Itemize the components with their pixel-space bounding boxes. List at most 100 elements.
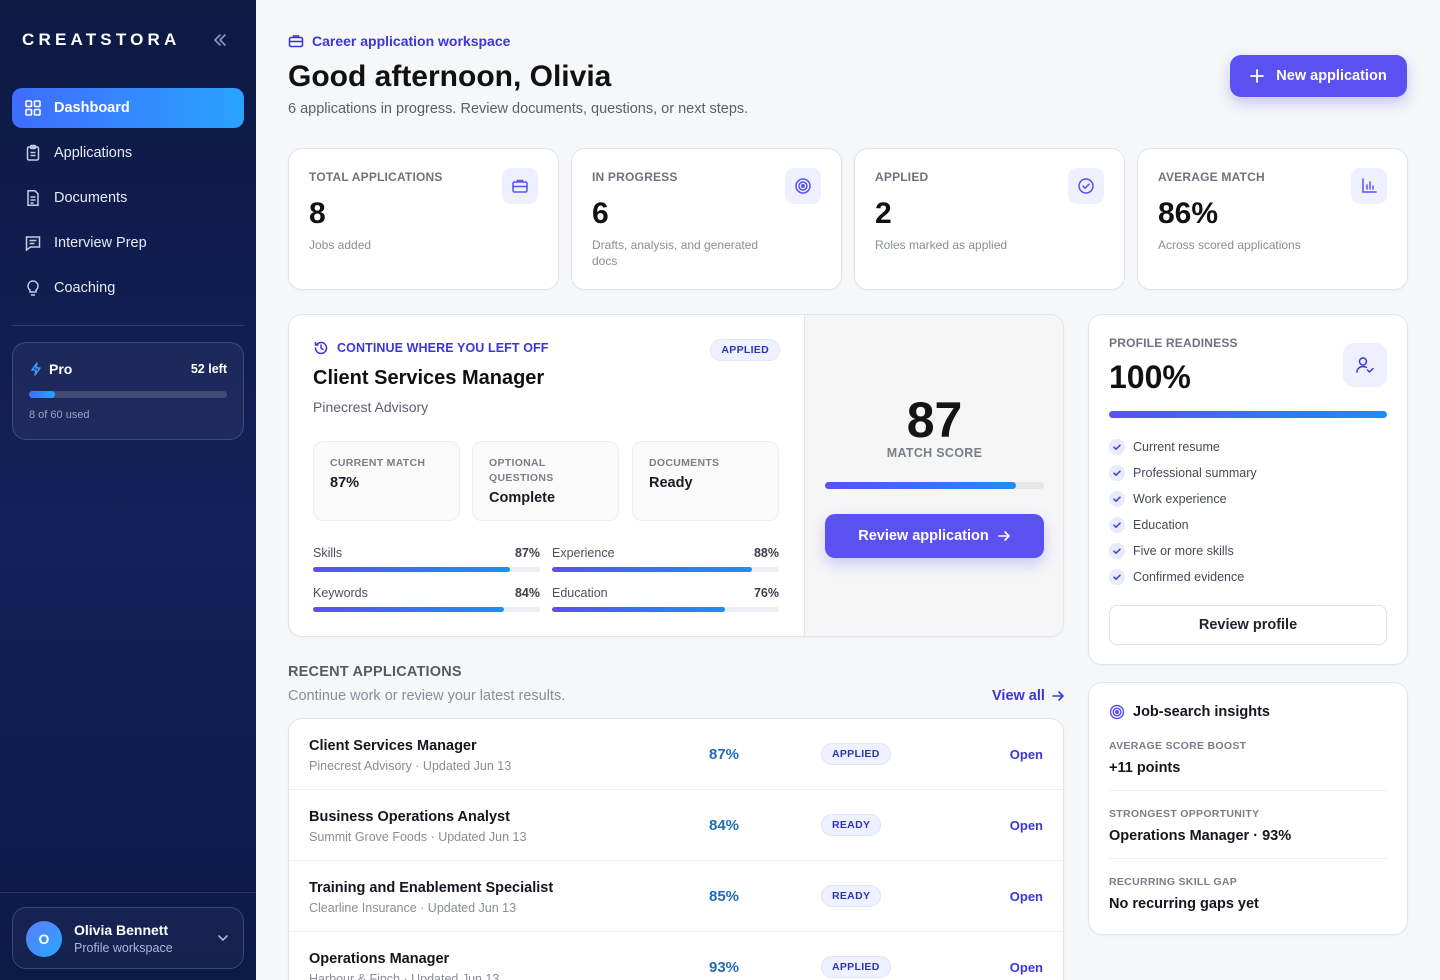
- stat-value: 8: [309, 197, 326, 230]
- plan-usage-fill: [29, 391, 56, 398]
- status-badge: APPLIED: [710, 339, 780, 361]
- lightning-icon: [29, 362, 49, 376]
- row-title: Business Operations Analyst: [309, 809, 510, 825]
- sidebar-item-coaching[interactable]: Coaching: [12, 268, 244, 308]
- lightbulb-icon: [24, 279, 42, 297]
- plan-used-text: 8 of 60 used: [29, 409, 90, 421]
- checklist-item-label: Confirmed evidence: [1133, 570, 1245, 584]
- table-row[interactable]: Operations Manager Harbour & Finch · Upd…: [289, 932, 1063, 980]
- row-title: Operations Manager: [309, 951, 450, 967]
- new-application-button[interactable]: New application: [1230, 55, 1407, 97]
- stat-label: TOTAL APPLICATIONS: [309, 170, 443, 184]
- chevron-down-icon: [215, 930, 231, 946]
- mini-stat-current-match: CURRENT MATCH 87%: [313, 441, 460, 521]
- insights-title: Job-search insights: [1109, 704, 1270, 720]
- insights-card: Job-search insights AVERAGE SCORE BOOST …: [1088, 682, 1408, 935]
- user-subtitle: Profile workspace: [74, 941, 173, 955]
- review-application-button[interactable]: Review application: [825, 514, 1044, 558]
- plus-icon: [1250, 69, 1276, 83]
- review-profile-button[interactable]: Review profile: [1109, 605, 1387, 645]
- table-row[interactable]: Business Operations Analyst Summit Grove…: [289, 790, 1063, 861]
- checklist-item: Current resume: [1109, 439, 1220, 455]
- collapse-sidebar-icon[interactable]: [210, 30, 230, 50]
- mini-stat-value: 87%: [330, 475, 360, 491]
- insights-title-label: Job-search insights: [1133, 704, 1270, 720]
- row-score: 87%: [709, 746, 740, 763]
- checklist-item: Professional summary: [1109, 465, 1257, 481]
- stat-subtitle: Jobs added: [309, 238, 372, 252]
- plan-card[interactable]: Pro 52 left 8 of 60 used: [12, 342, 244, 440]
- user-check-icon: [1343, 343, 1387, 387]
- mini-stat-value: Ready: [649, 475, 693, 491]
- insight-value: Operations Manager · 93%: [1109, 828, 1292, 844]
- row-subtitle: Clearline Insurance · Updated Jun 13: [309, 901, 517, 915]
- continue-eyebrow-label: CONTINUE WHERE YOU LEFT OFF: [337, 341, 549, 355]
- insight-strongest-opportunity: STRONGEST OPPORTUNITY Operations Manager…: [1109, 808, 1387, 844]
- user-name: Olivia Bennett: [74, 922, 169, 938]
- score-bar-fill: [552, 567, 752, 572]
- stat-card-average-match: AVERAGE MATCH 86% Across scored applicat…: [1137, 148, 1408, 290]
- arrow-right-icon: [1045, 689, 1065, 703]
- score-bar-label: Keywords: [313, 586, 368, 600]
- profile-readiness-card: PROFILE READINESS 100% Current resume Pr…: [1088, 314, 1408, 665]
- plan-usage-bar: [29, 391, 227, 398]
- review-application-label: Review application: [858, 528, 989, 544]
- checklist-item-label: Work experience: [1133, 492, 1227, 506]
- recent-section-title: RECENT APPLICATIONS: [288, 664, 462, 680]
- stat-card-applied: APPLIED 2 Roles marked as applied: [854, 148, 1125, 290]
- checklist-item-label: Five or more skills: [1133, 544, 1234, 558]
- status-badge: READY: [821, 814, 882, 836]
- check-circle-icon: [1068, 168, 1104, 204]
- user-menu[interactable]: O Olivia Bennett Profile workspace: [12, 907, 244, 969]
- workspace-eyebrow: Career application workspace: [288, 33, 510, 49]
- sidebar: CREATSTORA Dashboard Applications Docume…: [0, 0, 256, 980]
- insight-divider: [1109, 790, 1387, 791]
- open-button[interactable]: Open: [1010, 889, 1043, 904]
- sidebar-item-documents[interactable]: Documents: [12, 178, 244, 218]
- score-bar-fill: [313, 567, 511, 572]
- mini-stat-documents: DOCUMENTS Ready: [632, 441, 779, 521]
- row-score: 93%: [709, 959, 740, 976]
- target-icon: [785, 168, 821, 204]
- stat-subtitle: Across scored applications: [1158, 238, 1301, 252]
- stat-value: 86%: [1158, 197, 1219, 230]
- checklist-item-label: Education: [1133, 518, 1189, 532]
- stat-subtitle: Roles marked as applied: [875, 238, 1008, 252]
- stat-label: APPLIED: [875, 170, 929, 184]
- insight-label: STRONGEST OPPORTUNITY: [1109, 808, 1260, 820]
- sidebar-nav: Dashboard Applications Documents Intervi…: [12, 88, 244, 313]
- recent-applications-table: Client Services Manager Pinecrest Adviso…: [288, 718, 1064, 980]
- open-button[interactable]: Open: [1010, 747, 1043, 762]
- checklist-item: Confirmed evidence: [1109, 569, 1244, 585]
- message-icon: [24, 234, 42, 252]
- status-badge: APPLIED: [821, 743, 891, 765]
- check-icon: [1109, 439, 1125, 455]
- table-row[interactable]: Client Services Manager Pinecrest Adviso…: [289, 719, 1063, 790]
- open-button[interactable]: Open: [1010, 960, 1043, 975]
- sidebar-item-dashboard[interactable]: Dashboard: [12, 88, 244, 128]
- brand-logo[interactable]: CREATSTORA: [22, 30, 181, 50]
- insight-recurring-skill-gap: RECURRING SKILL GAP No recurring gaps ye…: [1109, 876, 1387, 912]
- page-title: Good afternoon, Olivia: [288, 60, 612, 93]
- score-bar-track: [552, 567, 779, 572]
- sidebar-item-applications[interactable]: Applications: [12, 133, 244, 173]
- insight-divider: [1109, 858, 1387, 859]
- check-icon: [1109, 491, 1125, 507]
- match-score-panel: 87 MATCH SCORE Review application: [804, 315, 1063, 636]
- stat-label: IN PROGRESS: [592, 170, 678, 184]
- briefcase-icon: [288, 33, 312, 49]
- row-subtitle: Summit Grove Foods · Updated Jun 13: [309, 830, 527, 844]
- main-content: Career application workspace Good aftern…: [256, 0, 1440, 980]
- plan-remaining: 52 left: [190, 362, 227, 376]
- view-all-link[interactable]: View all: [992, 688, 1065, 704]
- briefcase-icon: [502, 168, 538, 204]
- match-score-label: MATCH SCORE: [886, 446, 983, 460]
- score-bar-label: Experience: [552, 546, 615, 560]
- table-row[interactable]: Training and Enablement Specialist Clear…: [289, 861, 1063, 932]
- stat-card-total: TOTAL APPLICATIONS 8 Jobs added: [288, 148, 559, 290]
- score-bar-value: 88%: [753, 546, 779, 560]
- row-title: Client Services Manager: [309, 738, 477, 754]
- open-button[interactable]: Open: [1010, 818, 1043, 833]
- sidebar-item-interview-prep[interactable]: Interview Prep: [12, 223, 244, 263]
- sidebar-item-label: Dashboard: [54, 100, 130, 116]
